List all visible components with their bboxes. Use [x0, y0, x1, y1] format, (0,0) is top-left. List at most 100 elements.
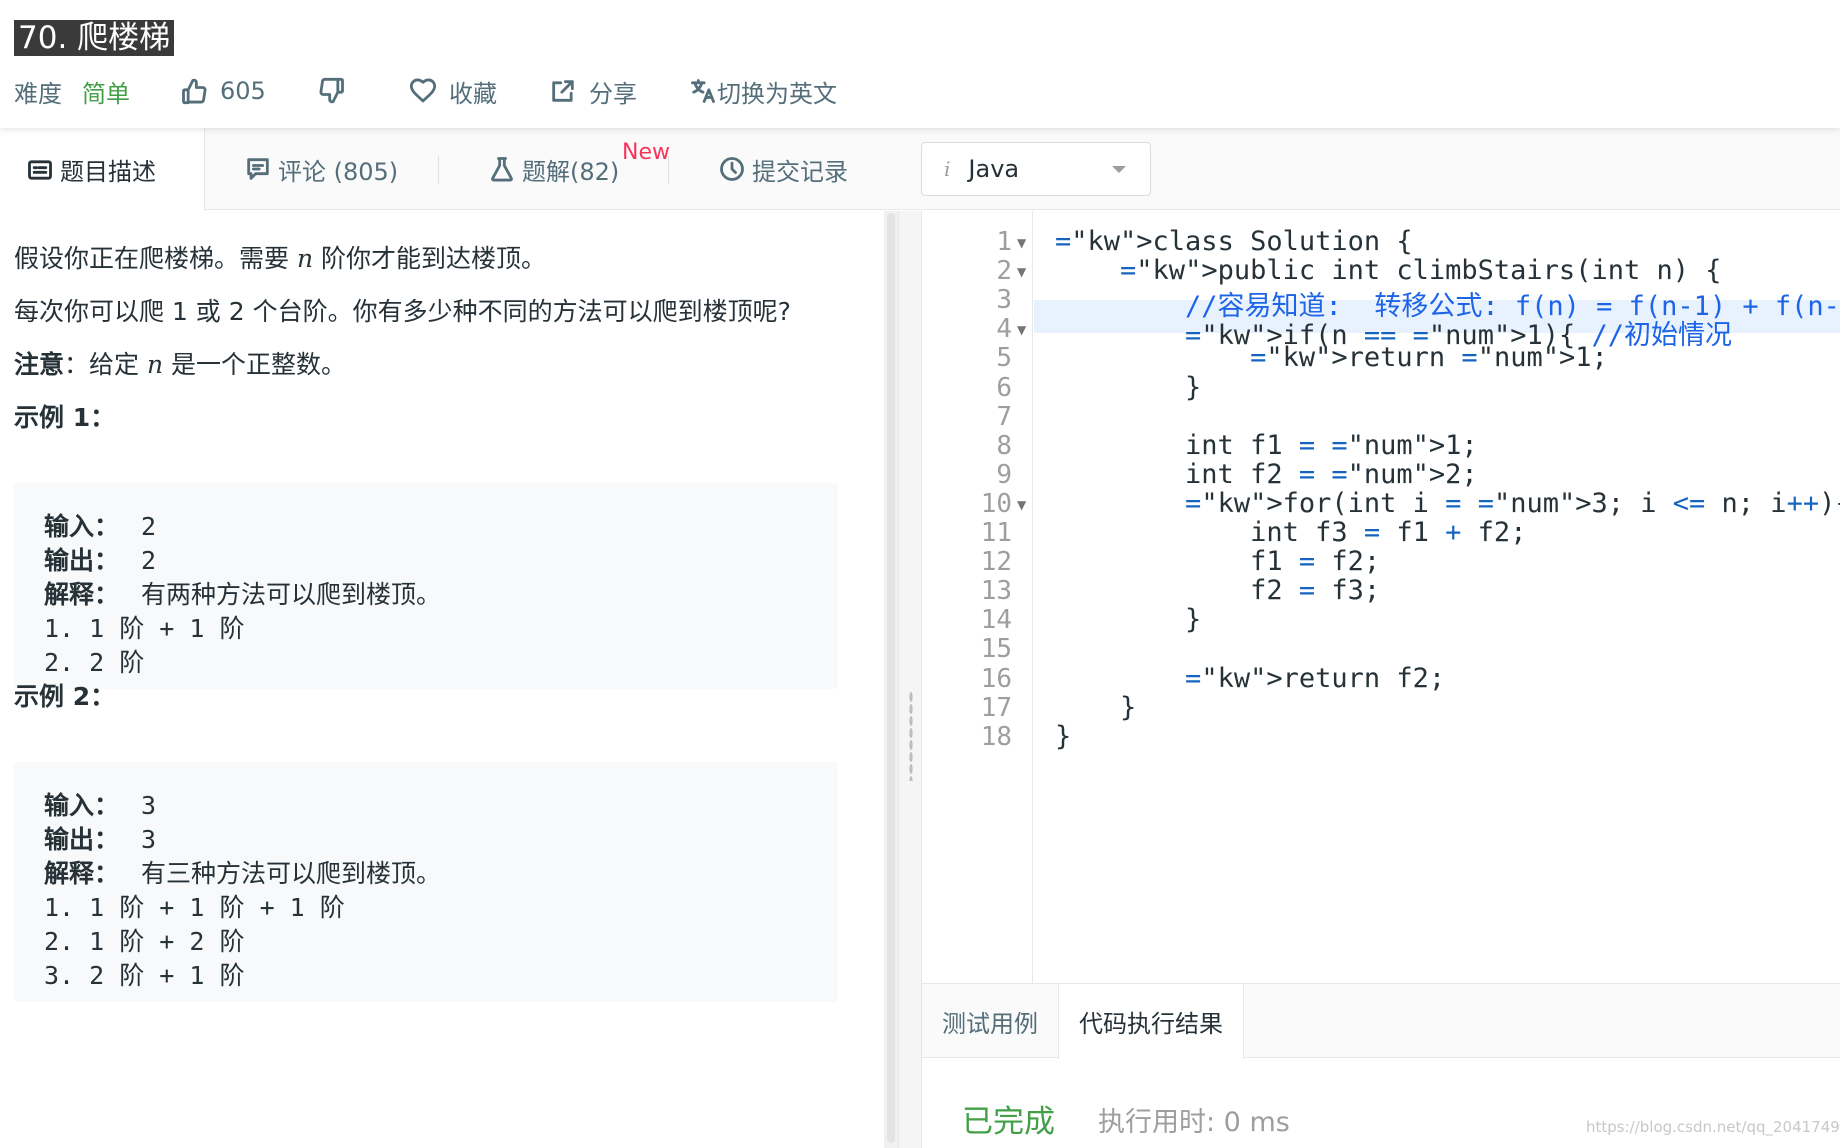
line-number-gutter: 1 ▼ 2 ▼ 3 4 ▼ 5 6 7 8 9 10 ▼ 11 12 13 14 15 16 17 18 — [922, 211, 1033, 983]
tab-comments[interactable]: 评论 (805) — [244, 128, 398, 210]
line-number: 11 — [980, 518, 1012, 548]
example-box: 输入： 2 输出： 2 解释： 有两种方法可以爬到楼顶。 1. 1 阶 + 1 阶 2… — [14, 483, 838, 689]
code-line: ="kw">return ="num">1; — [1250, 342, 1608, 374]
note-paragraph: 注意：给定 n 是一个正整数。 — [14, 345, 346, 381]
line-number: 8 — [996, 430, 1012, 461]
code-line: f1 = f2; — [1055, 546, 1381, 578]
example-step: 2. 2 阶 — [44, 648, 145, 677]
language-selected: Java — [968, 155, 1020, 183]
fold-arrow-icon[interactable]: ▼ — [1017, 236, 1026, 250]
example-explanation: 解释： 有三种方法可以爬到楼顶。 — [44, 854, 441, 890]
line-number: 6 — [996, 372, 1012, 403]
text: ：给定 — [64, 350, 147, 379]
line-number: 3 — [996, 285, 1012, 316]
example-step: 1. 1 阶 + 1 阶 — [44, 614, 245, 643]
example-output: 输出： 2 — [44, 541, 156, 577]
tab-submissions[interactable]: 提交记录 — [718, 128, 848, 210]
code-editor[interactable]: 1 ▼ 2 ▼ 3 4 ▼ 5 6 7 8 9 10 ▼ 11 12 13 14 15 16 17 18 ="kw">cl… — [922, 211, 1840, 984]
variable-n: n — [296, 244, 314, 273]
example-output: 输出： 3 — [44, 820, 156, 856]
difficulty: 难度 简单 — [14, 74, 130, 108]
switch-language-button[interactable]: 切换为英文 — [689, 74, 837, 108]
tab-solutions-label: 题解(82) — [522, 157, 620, 186]
thumbs-down-icon — [319, 77, 344, 104]
tab-description[interactable]: 题目描述 — [0, 128, 205, 211]
share-icon — [552, 80, 574, 102]
text: 是一个正整数。 — [163, 350, 347, 379]
tab-bar: 题目描述 评论 (805) 题解(82) New 提交记录 i Java — [0, 128, 1840, 211]
line-number: 14 — [980, 605, 1012, 636]
tab-solutions[interactable]: 题解(82) — [488, 128, 619, 210]
output-value: 2 — [141, 546, 157, 575]
line-number: 2 — [996, 256, 1012, 287]
fold-arrow-icon[interactable]: ▼ — [1017, 265, 1026, 279]
code-line: f2 = f3; — [1055, 575, 1381, 607]
runtime-text: 执行用时: 0 ms — [1098, 1107, 1290, 1138]
comment-icon — [247, 158, 269, 180]
description-scrollbar[interactable] — [884, 211, 898, 1148]
translate-icon — [691, 79, 715, 103]
input-value: 3 — [141, 791, 157, 820]
tab-comments-label: 评论 (805) — [278, 157, 399, 186]
example-step: 3. 2 阶 + 1 阶 — [44, 961, 245, 990]
fold-arrow-icon[interactable]: ▼ — [1017, 498, 1026, 512]
thumbs-up-icon — [182, 78, 207, 105]
fold-arrow-icon[interactable]: ▼ — [1017, 323, 1026, 337]
example-title: 示例 2： — [14, 682, 116, 711]
text: 阶你才能到达楼顶。 — [313, 244, 547, 273]
new-badge: New — [622, 140, 670, 165]
share-button[interactable]: 分享 — [549, 74, 637, 108]
code-line: } — [1055, 720, 1072, 752]
example-title: 示例 1： — [14, 403, 116, 432]
run-status: 已完成 — [962, 1104, 1055, 1140]
line-number: 9 — [996, 459, 1012, 490]
output-label: 输出： — [44, 825, 120, 854]
input-value: 2 — [141, 512, 157, 541]
tab-testcase[interactable]: 测试用例 — [922, 984, 1058, 1058]
output-label: 输出： — [44, 546, 120, 575]
drag-dots-icon — [909, 691, 913, 781]
dislike-button[interactable] — [318, 74, 346, 108]
scrollbar-thumb[interactable] — [887, 213, 895, 1143]
line-number: 16 — [980, 663, 1012, 694]
panel-resize-handle[interactable] — [898, 211, 922, 1148]
text: 假设你正在爬楼梯。需要 — [14, 244, 297, 273]
clock-icon — [720, 157, 744, 181]
caret-down-icon — [1112, 166, 1126, 173]
heart-icon — [409, 78, 437, 103]
favorite-button[interactable]: 收藏 — [409, 74, 497, 108]
line-number: 13 — [980, 576, 1012, 607]
line-number: 10 — [980, 488, 1012, 519]
code-line: int f2 = ="num">2; — [1055, 458, 1478, 490]
code-line: int f1 = ="num">1; — [1055, 429, 1478, 461]
tab-run-result[interactable]: 代码执行结果 — [1058, 984, 1244, 1059]
tab-divider — [438, 156, 439, 184]
code-line: } — [1055, 371, 1202, 403]
code-line: ="kw">public int climbStairs(int n) { — [1120, 255, 1722, 287]
tab-submissions-label: 提交记录 — [752, 157, 848, 186]
flask-icon — [491, 157, 513, 182]
code-line: ="kw">for(int i = ="num">3; i <= n; i++)… — [1185, 487, 1840, 519]
output-value: 3 — [141, 825, 157, 854]
example-step: 2. 1 阶 + 2 阶 — [44, 927, 245, 956]
variable-n: n — [146, 350, 164, 379]
input-label: 输入： — [44, 791, 120, 820]
note-label: 注意 — [14, 350, 65, 379]
like-button[interactable]: 605 — [180, 74, 266, 108]
language-select[interactable]: i Java — [921, 142, 1151, 196]
line-number: 18 — [980, 721, 1012, 752]
description-paragraph: 每次你可以爬 1 或 2 个台阶。你有多少种不同的方法可以爬到楼顶呢? — [14, 297, 791, 326]
info-icon: i — [944, 157, 951, 181]
code-line: ="kw">class Solution { — [1055, 226, 1413, 257]
difficulty-value: 简单 — [82, 79, 130, 108]
description-icon — [28, 159, 52, 180]
example-input: 输入： 3 — [44, 786, 156, 822]
line-number: 1 — [996, 227, 1012, 257]
code-line: int f3 = f1 + f2; — [1055, 517, 1527, 548]
example-explanation: 解释： 有两种方法可以爬到楼顶。 — [44, 575, 441, 611]
input-label: 输入： — [44, 512, 120, 541]
difficulty-label: 难度 — [14, 79, 62, 108]
problem-description-panel: 假设你正在爬楼梯。需要 n 阶你才能到达楼顶。 每次你可以爬 1 或 2 个台阶… — [0, 211, 884, 1148]
explain-value: 有三种方法可以爬到楼顶。 — [141, 859, 442, 888]
result-tab-bar: 测试用例 代码执行结果 — [922, 984, 1840, 1059]
